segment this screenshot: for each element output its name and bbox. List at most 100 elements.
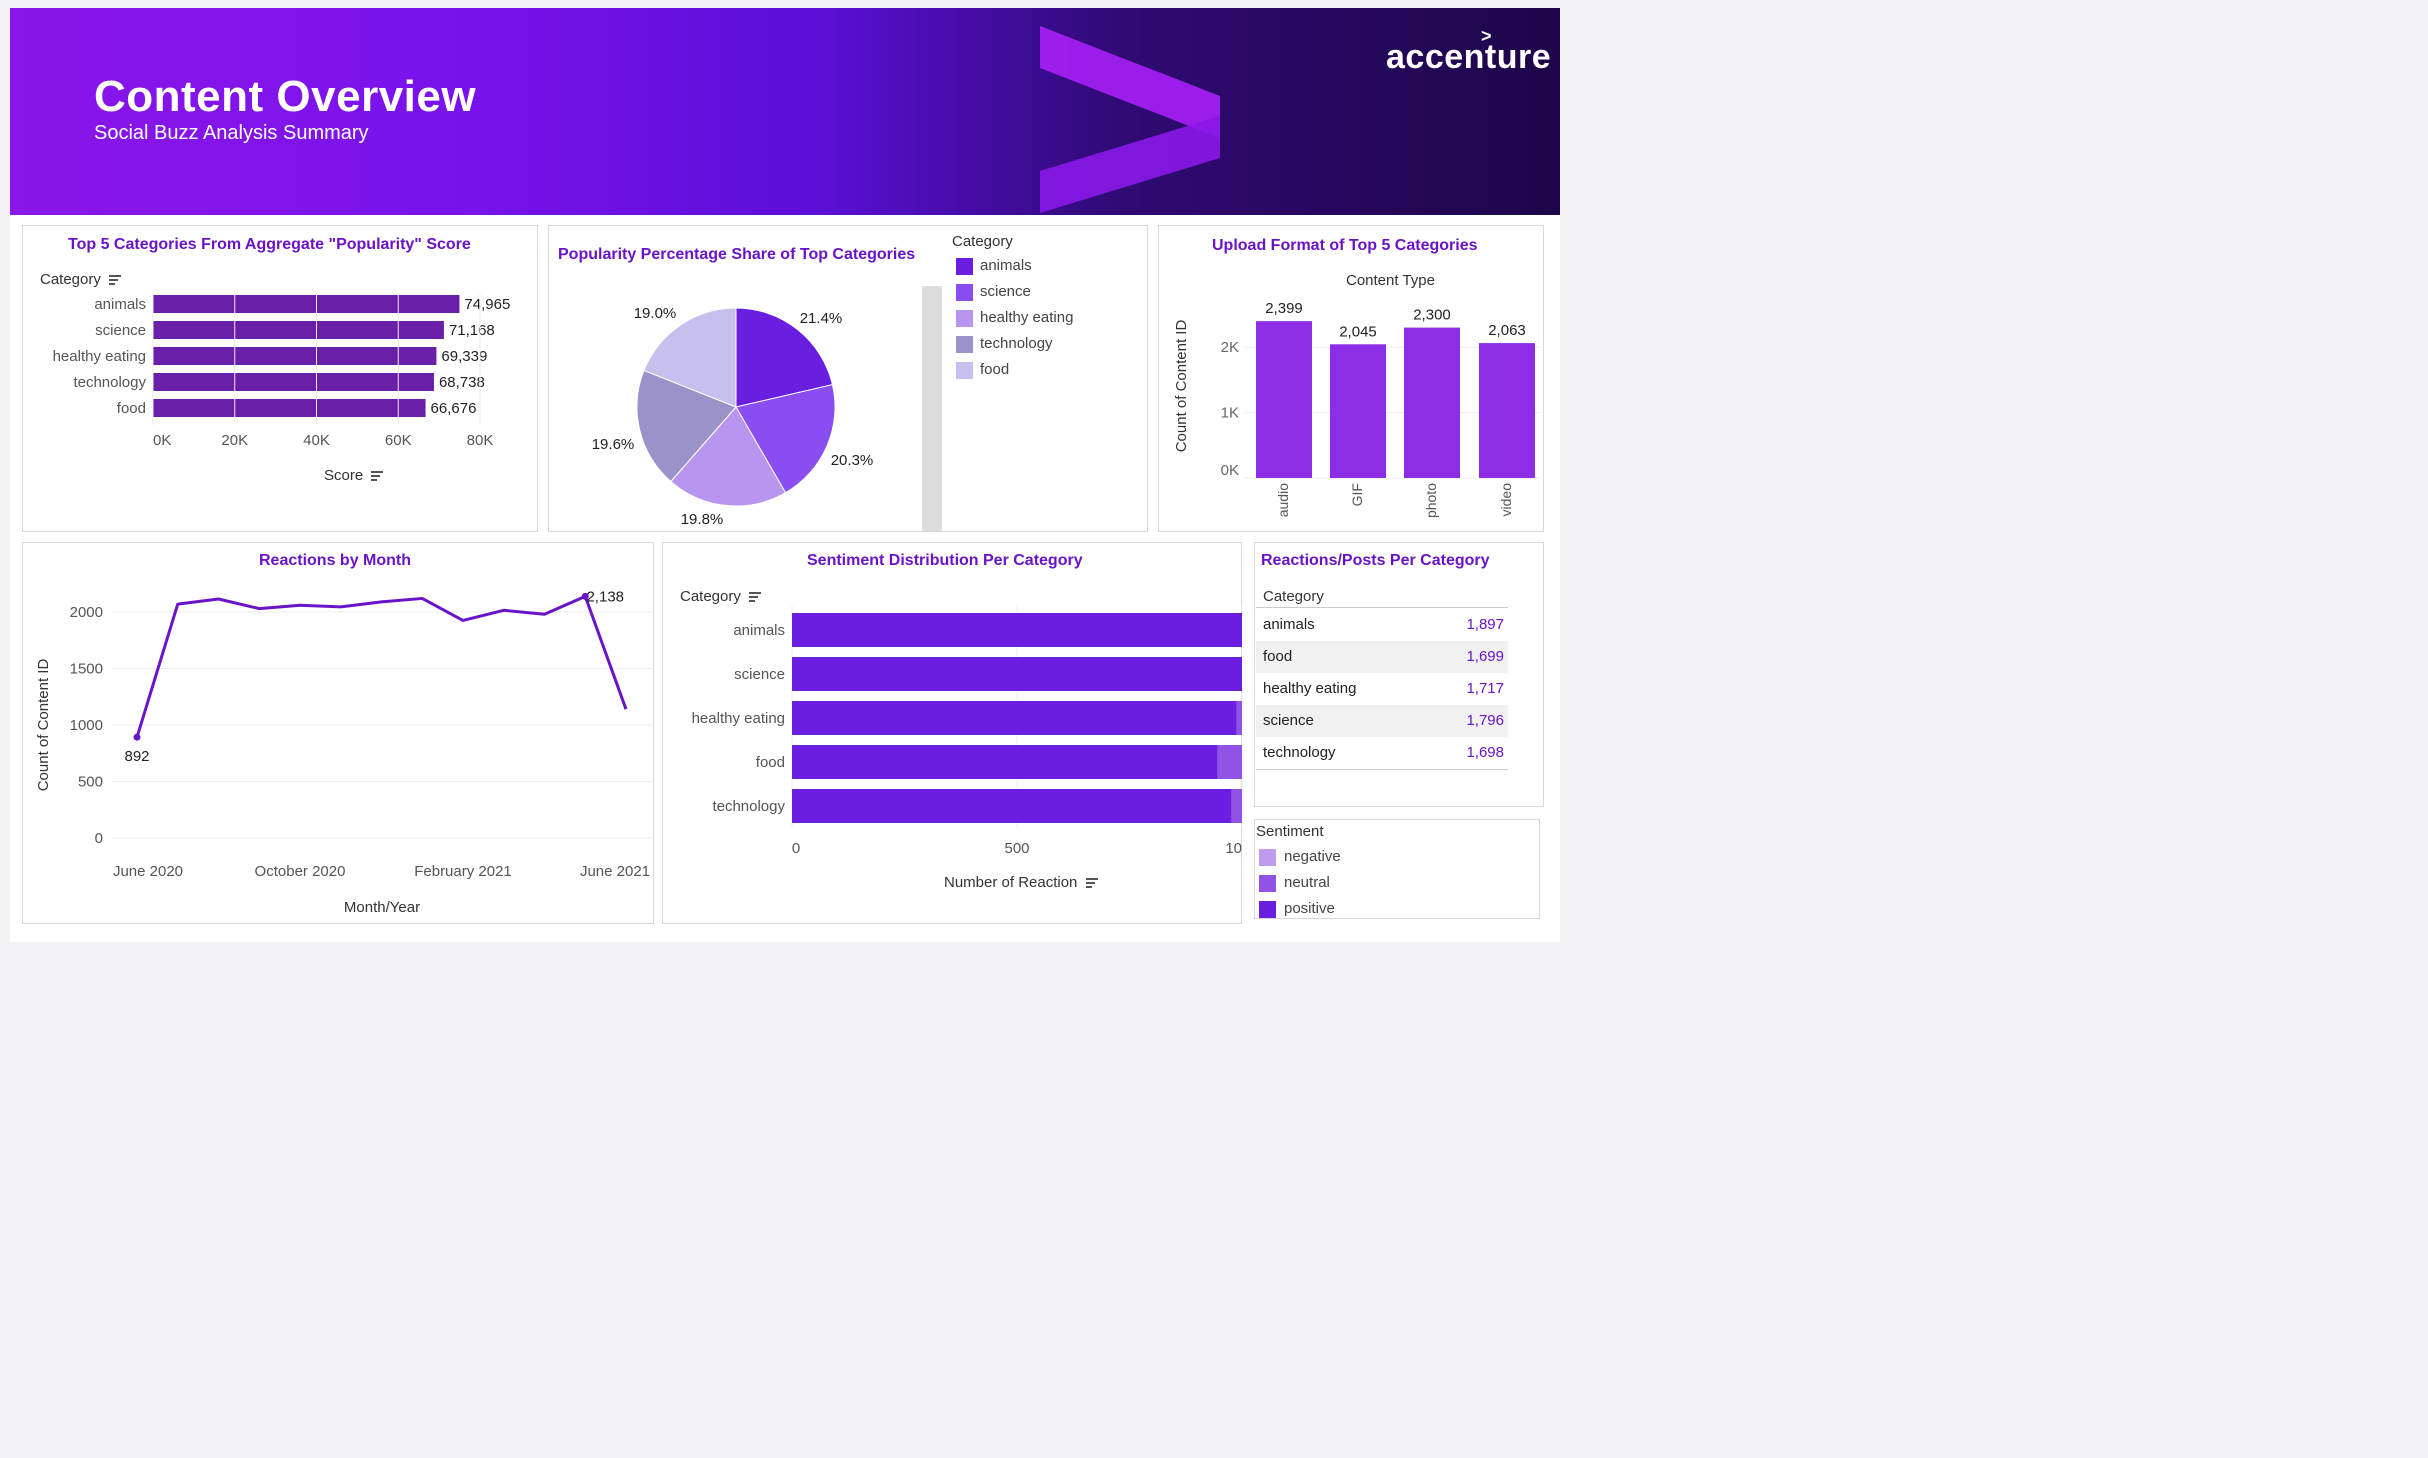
upload-value-label: 2,399 — [1265, 300, 1303, 317]
sentiment-category-label: science — [734, 666, 785, 683]
brand-logo: accenture — [1386, 38, 1552, 76]
pie-legend-label: food — [980, 361, 1010, 378]
sentiment-tick-label: 500 — [1004, 840, 1029, 857]
table-row: healthy eating 1,717 — [1256, 673, 1508, 705]
top5-category-label: healthy eating — [53, 348, 146, 365]
sentiment-bar-segment — [792, 789, 1232, 823]
sentiment-xlabel[interactable]: Number of Reaction — [944, 874, 1098, 891]
reactions-point — [133, 733, 141, 741]
pie-title: Popularity Percentage Share of Top Categ… — [558, 246, 916, 263]
upload-category-label: GIF — [1349, 483, 1365, 506]
top5-axis-label-text: Score — [324, 467, 364, 484]
pie-legend-title: Category — [952, 233, 1013, 250]
pie-value-label: 21.4% — [800, 310, 843, 327]
upload-bar-chart: Count of Content ID 0K 1K 2K 2,399 audio 2,045… — [1173, 300, 1540, 518]
reactions-ytick-label: 1000 — [70, 717, 103, 734]
upload-title: Upload Format of Top 5 Categories — [1212, 237, 1478, 254]
upload-value-label: 2,045 — [1339, 323, 1377, 340]
reactions-ytick-label: 2000 — [70, 604, 103, 621]
top5-value-label: 71,168 — [449, 322, 495, 339]
legend-scrollbar[interactable] — [922, 286, 942, 531]
reactions-ytick-label: 500 — [78, 774, 103, 791]
reactions-xtick-label: February 2021 — [414, 863, 512, 880]
sentiment-bar-segment — [792, 701, 1237, 735]
reactions-xtick-label: October 2020 — [255, 863, 346, 880]
top5-tick-label: 40K — [303, 432, 330, 449]
rpp-title: Reactions/Posts Per Category — [1261, 552, 1490, 569]
upload-category-label: photo — [1423, 483, 1439, 518]
top5-tick-label: 80K — [467, 432, 494, 449]
sentiment-legend-label: positive — [1284, 900, 1335, 917]
top5-tick-label: 20K — [221, 432, 248, 449]
pie-value-label: 19.0% — [634, 305, 677, 322]
sentiment-bar-segment — [1217, 745, 1242, 779]
reactions-ylabel: Count of Content ID — [35, 659, 52, 792]
top5-tick-label: 0K — [153, 432, 171, 449]
sentiment-title: Sentiment Distribution Per Category — [807, 552, 1083, 569]
page-title: Content Overview — [94, 72, 477, 121]
legend-swatch — [956, 362, 973, 379]
upload-tick-label: 1K — [1221, 405, 1239, 422]
pie-value-label: 19.6% — [592, 436, 635, 453]
rpp-header: Category — [1263, 588, 1324, 605]
header-banner: Content Overview Social Buzz Analysis Su… — [10, 8, 1560, 215]
upload-subtitle: Content Type — [1346, 272, 1435, 289]
reactions-max-label: 2,138 — [586, 588, 624, 605]
sentiment-tick-label: 0 — [792, 840, 800, 857]
table-row: technology 1,698 — [1256, 737, 1508, 769]
legend-swatch — [956, 310, 973, 327]
reactions-xtick-label: June 2020 — [113, 863, 183, 880]
top5-category-label: technology — [73, 374, 146, 391]
upload-bar — [1404, 327, 1460, 478]
upload-value-label: 2,063 — [1488, 322, 1526, 339]
upload-bar — [1256, 321, 1312, 478]
upload-tick-label: 2K — [1221, 339, 1239, 356]
sentiment-category-label: healthy eating — [692, 710, 785, 727]
top5-value-label: 66,676 — [431, 400, 477, 417]
sentiment-legend-label: negative — [1284, 848, 1341, 865]
sentiment-category-label: food — [756, 754, 785, 771]
pie-legend-label: science — [980, 283, 1031, 300]
sentiment-tick-label: 1000 — [1225, 840, 1242, 857]
pie-legend-label: animals — [980, 257, 1032, 274]
table-row: animals 1,897 — [1256, 609, 1508, 641]
rpp-value-cell: 1,717 — [1466, 680, 1504, 697]
legend-swatch — [1259, 901, 1276, 918]
top5-category-label: food — [117, 400, 146, 417]
sentiment-bar-segment — [792, 745, 1218, 779]
upload-category-label: audio — [1275, 483, 1291, 517]
table-row: science 1,796 — [1256, 705, 1508, 737]
top5-category-label: science — [95, 322, 146, 339]
sentiment-bar-segment — [792, 613, 1242, 647]
upload-ylabel: Count of Content ID — [1173, 320, 1190, 453]
reactions-line — [135, 594, 628, 738]
page-subtitle: Social Buzz Analysis Summary — [94, 122, 369, 144]
sentiment-bar-segment — [1231, 789, 1242, 823]
upload-bar — [1479, 343, 1535, 478]
accenture-chevron-graphic — [1040, 26, 1220, 213]
top5-bar-chart: animals 74,965 science 71,168 healthy eating… — [53, 293, 510, 449]
pie-value-label: 20.3% — [831, 452, 874, 469]
sentiment-xlabel-text: Number of Reaction — [944, 874, 1078, 891]
legend-swatch — [956, 258, 973, 275]
reactions-ytick-label: 0 — [95, 830, 103, 847]
legend-swatch — [956, 336, 973, 353]
top5-tick-label: 60K — [385, 432, 412, 449]
rpp-footer-rule — [1256, 769, 1508, 770]
reactions-min-label: 892 — [124, 748, 149, 765]
top5-bar — [153, 399, 426, 417]
top5-bar — [153, 321, 444, 339]
reactions-title: Reactions by Month — [259, 552, 412, 569]
reactions-xtick-label: June 2021 — [580, 863, 650, 880]
legend-swatch — [1259, 875, 1276, 892]
rpp-value-cell: 1,897 — [1466, 616, 1504, 633]
top5-axis-label[interactable]: Score — [324, 467, 384, 484]
rpp-value-cell: 1,699 — [1466, 648, 1504, 665]
rpp-category-cell: food — [1263, 648, 1293, 665]
pie-legend-label: technology — [980, 335, 1053, 352]
legend-swatch — [1259, 849, 1276, 866]
reactions-ytick-label: 1500 — [70, 661, 103, 678]
pie-chart: 21.4% 20.3% 19.8% 19.6% 19.0% — [592, 305, 874, 528]
table-row: food 1,699 — [1256, 641, 1508, 673]
rpp-category-cell: technology — [1263, 744, 1336, 761]
